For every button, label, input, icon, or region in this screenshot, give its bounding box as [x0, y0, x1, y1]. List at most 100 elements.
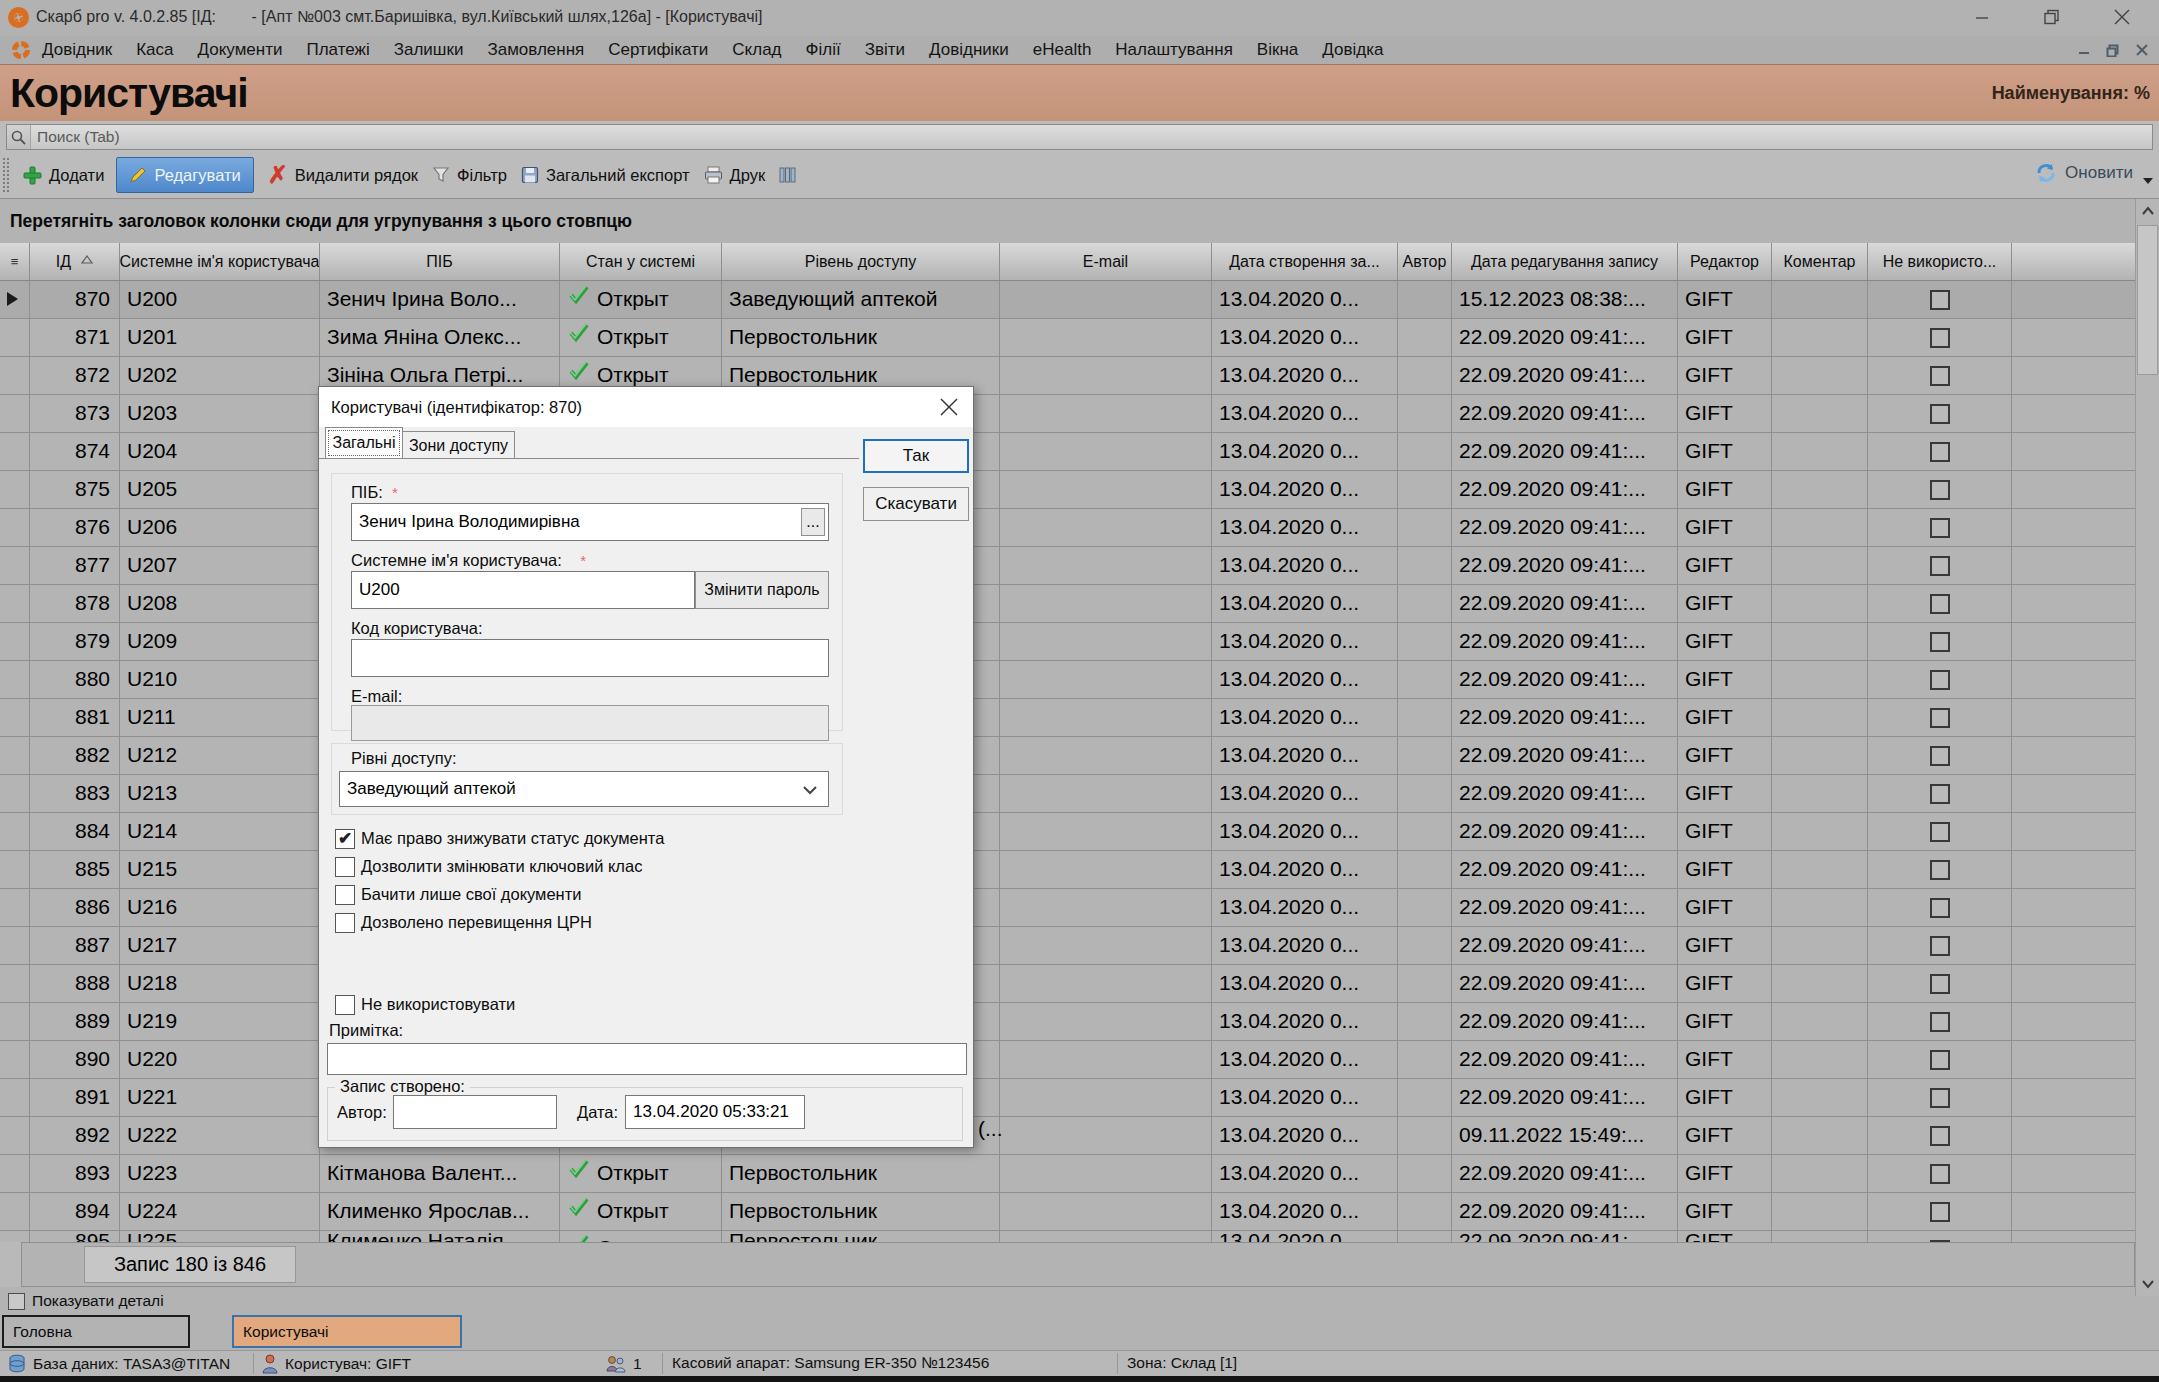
checkbox-lower-status[interactable]: Має право знижувати статус документа: [335, 829, 664, 849]
checkbox-exceed-crn[interactable]: Дозволено перевищення ЦРН: [335, 913, 592, 933]
notused-checkbox[interactable]: [1930, 632, 1950, 652]
notused-checkbox[interactable]: [1930, 1012, 1950, 1032]
notused-checkbox[interactable]: [1930, 1202, 1950, 1222]
notused-checkbox[interactable]: [1930, 936, 1950, 956]
notused-checkbox[interactable]: [1930, 708, 1950, 728]
menu-dovidnyky[interactable]: Довідники: [917, 40, 1021, 60]
menu-platezhi[interactable]: Платежі: [294, 40, 381, 60]
toolbar-drag-handle[interactable]: [3, 158, 9, 192]
notused-checkbox[interactable]: [1930, 784, 1950, 804]
levels-select[interactable]: Заведующий аптекой: [339, 771, 829, 807]
print-button[interactable]: Друк: [704, 166, 766, 185]
header-notused[interactable]: Не використо...: [1868, 243, 2012, 280]
notused-checkbox[interactable]: [1930, 518, 1950, 538]
table-row[interactable]: 894 U224 Клименко Ярослав... Открыт Перв…: [0, 1193, 2135, 1231]
filter-button[interactable]: Фільтр: [432, 166, 507, 185]
table-row[interactable]: 871 U201 Зима Яніна Олекс... Открыт Перв…: [0, 319, 2135, 357]
notused-checkbox[interactable]: [1930, 366, 1950, 386]
notused-checkbox[interactable]: [1930, 556, 1950, 576]
header-email[interactable]: E-mail: [1000, 243, 1212, 280]
header-author[interactable]: Автор: [1398, 243, 1452, 280]
checkbox-not-use[interactable]: Не використовувати: [335, 995, 515, 1015]
group-by-bar[interactable]: Перетягніть заголовок колонки сюди для у…: [0, 199, 2159, 243]
notused-checkbox[interactable]: [1930, 1164, 1950, 1184]
header-selector[interactable]: ≡: [0, 243, 30, 280]
note-input[interactable]: [327, 1043, 967, 1075]
dialog-tab-zones[interactable]: Зони доступу: [403, 431, 515, 459]
mdi-restore-button[interactable]: [2099, 39, 2126, 61]
columns-icon[interactable]: [779, 166, 796, 184]
notused-checkbox[interactable]: [1930, 1050, 1950, 1070]
header-id[interactable]: ІД: [30, 243, 120, 280]
pib-browse-button[interactable]: ...: [801, 508, 825, 536]
notused-checkbox[interactable]: [1930, 898, 1950, 918]
notused-checkbox[interactable]: [1930, 328, 1950, 348]
delete-row-button[interactable]: ✗ Видалити рядок: [268, 165, 418, 185]
date-input[interactable]: 13.04.2020 05:33:21: [625, 1095, 805, 1129]
menu-sertyfikaty[interactable]: Сертифікати: [596, 40, 720, 60]
checkbox-own-documents[interactable]: Бачити лише свої документи: [335, 885, 582, 905]
dialog-close-icon[interactable]: [939, 397, 959, 417]
header-editor[interactable]: Редактор: [1678, 243, 1772, 280]
notused-checkbox[interactable]: [1930, 974, 1950, 994]
export-button[interactable]: Загальний експорт: [521, 166, 690, 185]
menu-nalashtuvannia[interactable]: Налаштування: [1103, 40, 1245, 60]
pib-input[interactable]: Зенич Ірина Володимирівна: [351, 503, 829, 541]
tab-main[interactable]: Головна: [2, 1315, 190, 1348]
tab-users[interactable]: Користувачі: [232, 1315, 462, 1348]
add-button[interactable]: Додати: [23, 166, 104, 185]
notused-checkbox[interactable]: [1930, 746, 1950, 766]
ok-button[interactable]: Так: [863, 439, 969, 473]
menu-sklad[interactable]: Склад: [720, 40, 793, 60]
edit-button[interactable]: Редагувати: [116, 157, 253, 193]
email-input[interactable]: [351, 705, 829, 741]
checkbox-change-key-class[interactable]: Дозволити змінювати ключовий клас: [335, 857, 642, 877]
menu-dovidnyk[interactable]: Довідник: [30, 40, 124, 60]
code-input[interactable]: [351, 639, 829, 677]
notused-checkbox[interactable]: [1930, 480, 1950, 500]
maximize-button[interactable]: [2029, 0, 2075, 34]
notused-checkbox[interactable]: [1930, 594, 1950, 614]
header-comment[interactable]: Коментар: [1772, 243, 1868, 280]
refresh-button[interactable]: Оновити: [2035, 162, 2133, 184]
header-status[interactable]: Стан у системі: [560, 243, 722, 280]
scrollbar-thumb[interactable]: [2137, 225, 2158, 375]
menu-vikna[interactable]: Вікна: [1245, 40, 1310, 60]
notused-checkbox[interactable]: [1930, 290, 1950, 310]
author-input[interactable]: [393, 1095, 557, 1129]
notused-checkbox[interactable]: [1930, 1088, 1950, 1108]
notused-checkbox[interactable]: [1930, 404, 1950, 424]
header-created[interactable]: Дата створення за...: [1212, 243, 1398, 280]
menu-filii[interactable]: Філії: [794, 40, 853, 60]
notused-checkbox[interactable]: [1930, 670, 1950, 690]
notused-checkbox[interactable]: [1930, 1126, 1950, 1146]
table-row[interactable]: 895 U225 Клименко Наталія Открыт Первост…: [0, 1231, 2135, 1242]
notused-checkbox[interactable]: [1930, 442, 1950, 462]
header-edited[interactable]: Дата редагування запису: [1452, 243, 1678, 280]
scroll-up-icon[interactable]: [2136, 199, 2159, 223]
table-row[interactable]: 870 U200 Зенич Ірина Воло... Открыт Заве…: [0, 281, 2135, 319]
scroll-down-icon[interactable]: [2136, 1272, 2159, 1296]
menu-dokumenty[interactable]: Документи: [186, 40, 295, 60]
cancel-button[interactable]: Скасувати: [863, 487, 969, 521]
vertical-scrollbar[interactable]: [2135, 199, 2159, 1296]
menu-zamovlennia[interactable]: Замовлення: [475, 40, 596, 60]
header-sysname[interactable]: Системне ім'я користувача: [120, 243, 320, 280]
search-input[interactable]: Поиск (Tab): [6, 124, 2153, 150]
menu-zalyshky[interactable]: Залишки: [382, 40, 476, 60]
show-details-checkbox[interactable]: [8, 1293, 25, 1310]
change-password-button[interactable]: Змінити пароль: [695, 571, 829, 609]
menu-ehealth[interactable]: eHealth: [1021, 40, 1104, 60]
header-access-level[interactable]: Рівень доступу: [722, 243, 1000, 280]
sysname-input[interactable]: U200: [351, 571, 695, 609]
menu-zvity[interactable]: Звіти: [853, 40, 917, 60]
menu-kasa[interactable]: Каса: [124, 40, 185, 60]
mdi-minimize-button[interactable]: [2070, 39, 2097, 61]
minimize-button[interactable]: [1959, 0, 2005, 34]
close-button[interactable]: [2099, 0, 2145, 34]
toolbar-overflow-icon[interactable]: [2143, 178, 2153, 189]
dialog-tab-general[interactable]: Загальні: [325, 427, 403, 459]
notused-checkbox[interactable]: [1930, 860, 1950, 880]
header-pib[interactable]: ПІБ: [320, 243, 560, 280]
notused-checkbox[interactable]: [1930, 822, 1950, 842]
